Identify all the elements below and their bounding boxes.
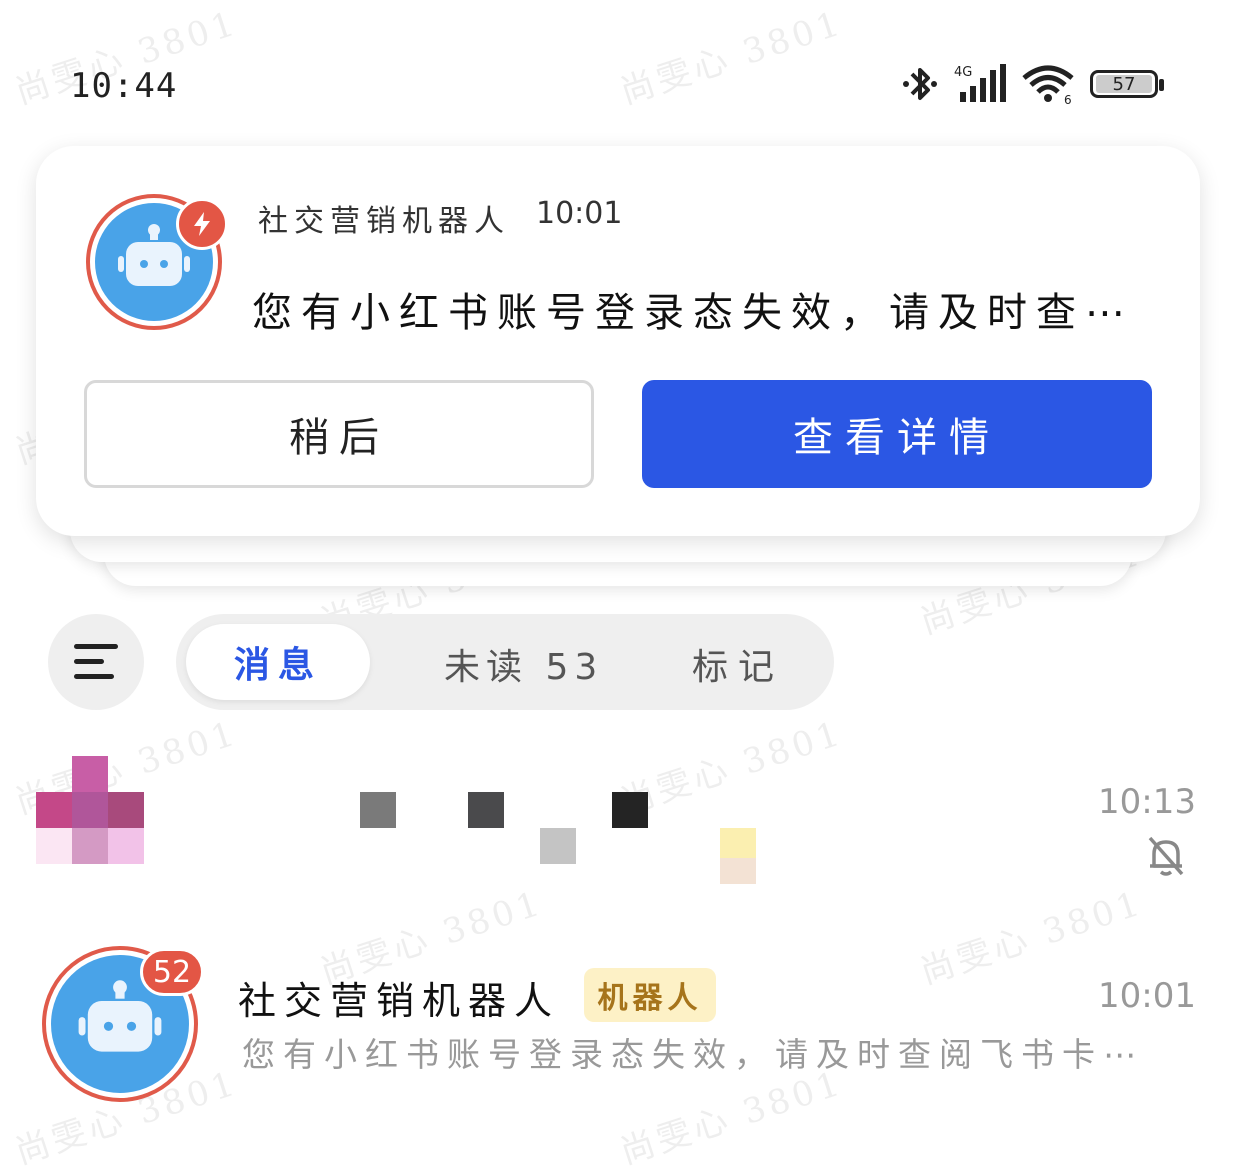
battery-icon: 57 <box>1090 70 1164 98</box>
menu-icon <box>74 644 118 679</box>
cellular-signal-icon: 4G <box>954 64 1006 102</box>
notification-sender: 社交营销机器人 <box>258 204 510 239</box>
tab-marked[interactable]: 标记 <box>692 638 784 690</box>
notification-body: 您有小红书账号登录态失效，请及时查⋯ <box>252 290 1134 336</box>
notification-card[interactable]: 社交营销机器人 10:01 您有小红书账号登录态失效，请及时查⋯ 稍后 查看详情 <box>36 146 1200 536</box>
chat-preview: 您有小红书账号登录态失效，请及时查阅飞书卡⋯ <box>242 1035 1144 1074</box>
battery-level: 57 <box>1096 74 1152 95</box>
chat-time: 10:13 <box>1098 782 1196 822</box>
tab-unread[interactable]: 未读 53 <box>444 638 603 690</box>
wifi-icon: 6 <box>1022 65 1074 106</box>
chat-time: 10:01 <box>1098 976 1196 1016</box>
bolt-icon <box>176 198 228 250</box>
status-time: 10:44 <box>70 66 178 106</box>
watermark: 尚雯心 3801 <box>615 713 848 823</box>
tab-messages[interactable]: 消息 <box>186 624 370 700</box>
notification-time: 10:01 <box>536 196 623 231</box>
message-tabs: 消息 未读 53 标记 <box>176 614 834 710</box>
bluetooth-icon <box>903 68 937 100</box>
bot-tag: 机器人 <box>584 968 716 1022</box>
mute-bell-icon <box>1148 836 1184 876</box>
status-icons: 4G 6 57 <box>900 62 1164 106</box>
watermark: 尚雯心 3801 <box>615 3 848 113</box>
later-button[interactable]: 稍后 <box>84 380 594 488</box>
unread-badge: 52 <box>140 948 204 996</box>
network-type-label: 4G <box>954 65 972 80</box>
view-details-button[interactable]: 查看详情 <box>642 380 1152 488</box>
wifi-band-label: 6 <box>1064 93 1072 106</box>
menu-button[interactable] <box>48 614 144 710</box>
chat-name: 社交营销机器人 <box>238 979 561 1023</box>
